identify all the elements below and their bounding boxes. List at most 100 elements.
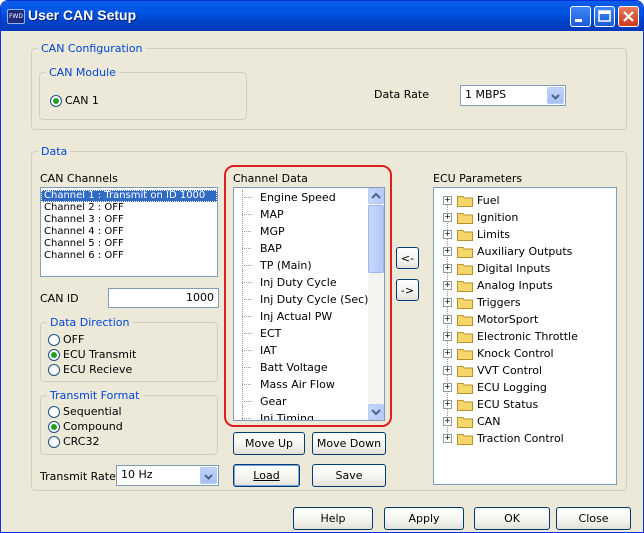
can1-label: CAN 1	[65, 94, 99, 107]
tree-connector	[242, 401, 251, 402]
folder-icon	[457, 230, 473, 241]
ecu-tree-item-label: ECU Logging	[477, 381, 547, 394]
transmit-rate-value: 10 Hz	[121, 468, 153, 481]
ok-button[interactable]: OK	[474, 507, 550, 530]
scroll-thumb[interactable]	[368, 205, 384, 273]
tree-connector	[242, 265, 251, 266]
direction-off-radio[interactable]	[48, 334, 60, 346]
tree-connector	[242, 197, 251, 198]
channel-data-list[interactable]: Engine Speed MAP MGP BAP TP (Main) Inj D…	[233, 187, 385, 421]
scroll-down-button[interactable]	[368, 404, 384, 420]
tree-connector	[242, 214, 251, 215]
format-crc32-radio[interactable]	[48, 436, 60, 448]
folder-icon	[457, 247, 473, 258]
maximize-button[interactable]	[594, 6, 615, 27]
format-sequential-radio[interactable]	[48, 406, 60, 418]
channel-data-item-label: Batt Voltage	[260, 361, 328, 374]
tree-connector	[242, 231, 251, 232]
data-legend: Data	[41, 145, 68, 158]
expand-icon[interactable]: +	[443, 247, 452, 256]
channel-list-item[interactable]: Channel 5 : OFF	[41, 238, 217, 250]
save-button[interactable]: Save	[312, 464, 386, 487]
scroll-up-button[interactable]	[368, 188, 384, 204]
channel-list-item[interactable]: Channel 1 : Transmit on ID 1000	[41, 190, 217, 202]
folder-icon	[457, 264, 473, 275]
channel-list-item[interactable]: Channel 2 : OFF	[41, 202, 217, 214]
tree-connector	[242, 418, 251, 419]
close-window-button[interactable]	[618, 6, 639, 27]
tree-connector	[242, 248, 251, 249]
tree-connector	[242, 350, 251, 351]
ecu-tree-item-label: Digital Inputs	[477, 262, 551, 275]
format-sequential-label: Sequential	[63, 405, 122, 418]
direction-ecu-transmit-label: ECU Transmit	[63, 348, 137, 361]
direction-ecu-transmit-radio[interactable]	[48, 349, 60, 361]
channel-data-item-label: Inj Duty Cycle	[260, 276, 337, 289]
channel-list-item[interactable]: Channel 6 : OFF	[41, 250, 217, 262]
folder-icon	[457, 417, 473, 428]
load-button[interactable]: Load	[233, 464, 300, 487]
format-crc32-label: CRC32	[63, 435, 100, 448]
expand-icon[interactable]: +	[443, 196, 452, 205]
tree-connector	[242, 316, 251, 317]
format-compound-label: Compound	[63, 420, 123, 433]
can-configuration-legend: CAN Configuration	[41, 42, 143, 55]
expand-icon[interactable]: +	[443, 213, 452, 222]
expand-icon[interactable]: +	[443, 417, 452, 426]
expand-icon[interactable]: +	[443, 383, 452, 392]
title-bar[interactable]: FWD User CAN Setup	[1, 1, 643, 31]
data-rate-dropdown-button[interactable]	[547, 87, 564, 104]
folder-icon	[457, 315, 473, 326]
expand-icon[interactable]: +	[443, 332, 452, 341]
folder-icon	[457, 213, 473, 224]
can-module-group: CAN Module	[39, 66, 247, 120]
direction-ecu-recieve-radio[interactable]	[48, 364, 60, 376]
can1-radio[interactable]	[50, 95, 62, 107]
expand-icon[interactable]: +	[443, 230, 452, 239]
expand-icon[interactable]: +	[443, 298, 452, 307]
channel-data-item-label: Engine Speed	[260, 191, 336, 204]
help-button[interactable]: Help	[293, 507, 373, 530]
expand-icon[interactable]: +	[443, 434, 452, 443]
tree-connector	[242, 333, 251, 334]
ecu-tree-item-label: Triggers	[477, 296, 521, 309]
data-rate-select[interactable]: 1 MBPS	[460, 85, 566, 106]
move-up-button[interactable]: Move Up	[233, 432, 305, 455]
move-to-ecu-button[interactable]: ->	[396, 279, 419, 301]
channel-data-item-label: Inj Actual PW	[260, 310, 333, 323]
data-direction-legend: Data Direction	[50, 316, 130, 329]
tree-connector	[242, 384, 251, 385]
transmit-rate-select[interactable]: 10 Hz	[116, 465, 219, 486]
move-to-channel-button[interactable]: <-	[396, 247, 419, 269]
channel-list-item[interactable]: Channel 3 : OFF	[41, 214, 217, 226]
channel-data-item-label: MAP	[260, 208, 284, 221]
chevron-down-icon	[551, 94, 560, 100]
tree-connector	[242, 367, 251, 368]
move-down-button[interactable]: Move Down	[312, 432, 386, 455]
ecu-parameters-tree[interactable]: + Fuel + Ignition + Limits + Auxiliary Outpu…	[433, 187, 617, 485]
expand-icon[interactable]: +	[443, 281, 452, 290]
expand-icon[interactable]: +	[443, 366, 452, 375]
channel-list-item[interactable]: Channel 4 : OFF	[41, 226, 217, 238]
ecu-tree-item-label: Limits	[477, 228, 510, 241]
app-icon: FWD	[7, 9, 25, 24]
close-icon	[623, 11, 634, 22]
expand-icon[interactable]: +	[443, 315, 452, 324]
channel-data-item-label: MGP	[260, 225, 285, 238]
channel-data-scrollbar[interactable]	[368, 188, 384, 420]
minimize-button[interactable]	[570, 6, 591, 27]
expand-icon[interactable]: +	[443, 264, 452, 273]
transmit-rate-dropdown-button[interactable]	[200, 467, 217, 484]
can-channels-list[interactable]: Channel 1 : Transmit on ID 1000 Channel …	[40, 187, 218, 277]
ecu-tree-item-label: Fuel	[477, 194, 500, 207]
tree-guide-line	[242, 190, 243, 420]
can-id-input[interactable]: 1000	[108, 288, 219, 308]
data-rate-value: 1 MBPS	[465, 88, 507, 101]
expand-icon[interactable]: +	[443, 349, 452, 358]
expand-icon[interactable]: +	[443, 400, 452, 409]
channel-data-item-label: Inj Duty Cycle (Sec)	[260, 293, 369, 306]
folder-icon	[457, 383, 473, 394]
format-compound-radio[interactable]	[48, 421, 60, 433]
close-button[interactable]: Close	[556, 507, 631, 530]
apply-button[interactable]: Apply	[384, 507, 464, 530]
